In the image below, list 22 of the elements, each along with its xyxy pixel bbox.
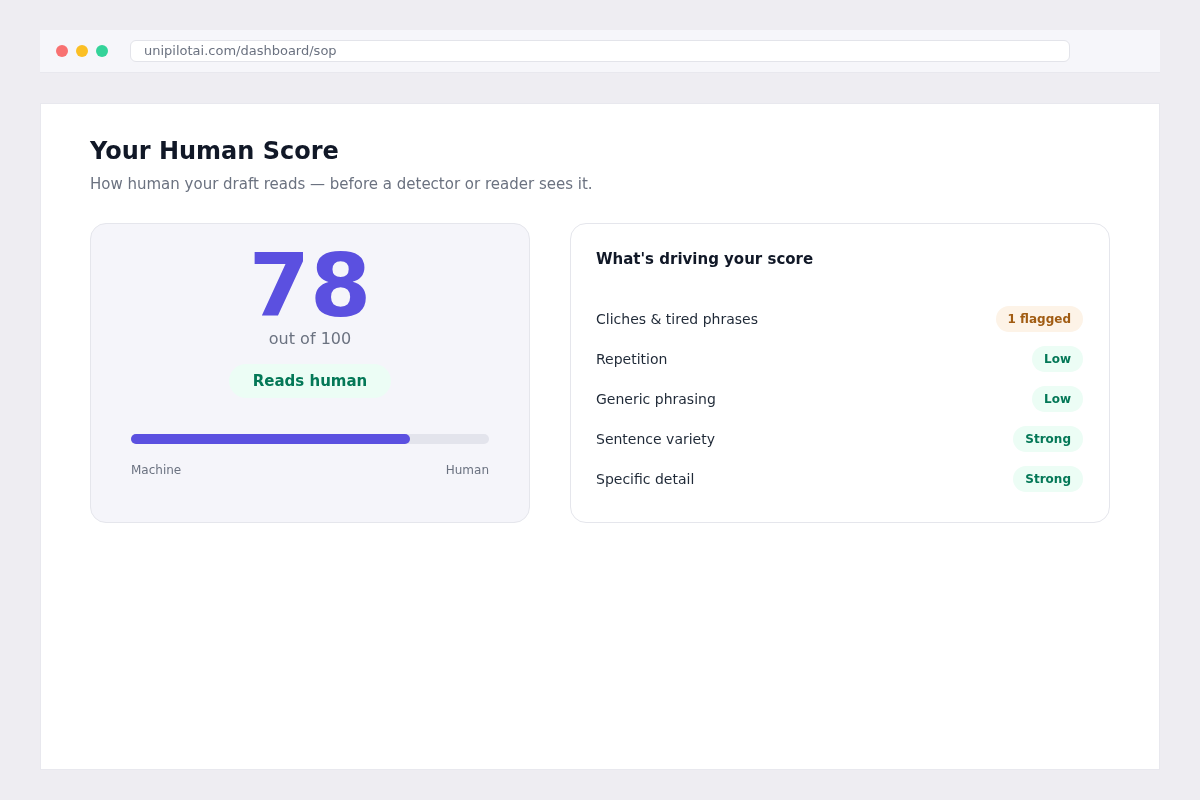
- score-number: 78: [248, 242, 372, 330]
- verdict-tag: Reads human: [228, 364, 392, 398]
- rating-tag: Low: [1032, 386, 1083, 412]
- rating-tag: Low: [1032, 346, 1083, 372]
- address-field[interactable]: unipilotai.com/dashboard/sop: [130, 40, 1070, 62]
- factor-label: Generic phrasing: [596, 390, 716, 408]
- factor-label: Specific detail: [596, 470, 695, 488]
- meter-min-label: Machine: [131, 463, 182, 477]
- window-dot-icon[interactable]: [56, 45, 68, 57]
- score-scale: out of 100: [268, 330, 352, 348]
- meter-max-label: Human: [445, 463, 489, 477]
- rating-tag: 1 flagged: [995, 306, 1083, 332]
- card-title: What's driving your score: [596, 249, 815, 269]
- factor-label: Repetition: [596, 350, 668, 368]
- rating-tag: Strong: [1013, 426, 1083, 452]
- factor-label: Cliches & tired phrases: [596, 310, 758, 328]
- window-dot-icon[interactable]: [76, 45, 88, 57]
- page-title: Your Human Score: [90, 136, 340, 166]
- rating-tag: Strong: [1013, 466, 1083, 492]
- factor-label: Sentence variety: [596, 430, 715, 448]
- page-subtitle: How human your draft reads — before a detector or reader sees it.: [90, 174, 594, 194]
- window-dot-icon[interactable]: [96, 45, 108, 57]
